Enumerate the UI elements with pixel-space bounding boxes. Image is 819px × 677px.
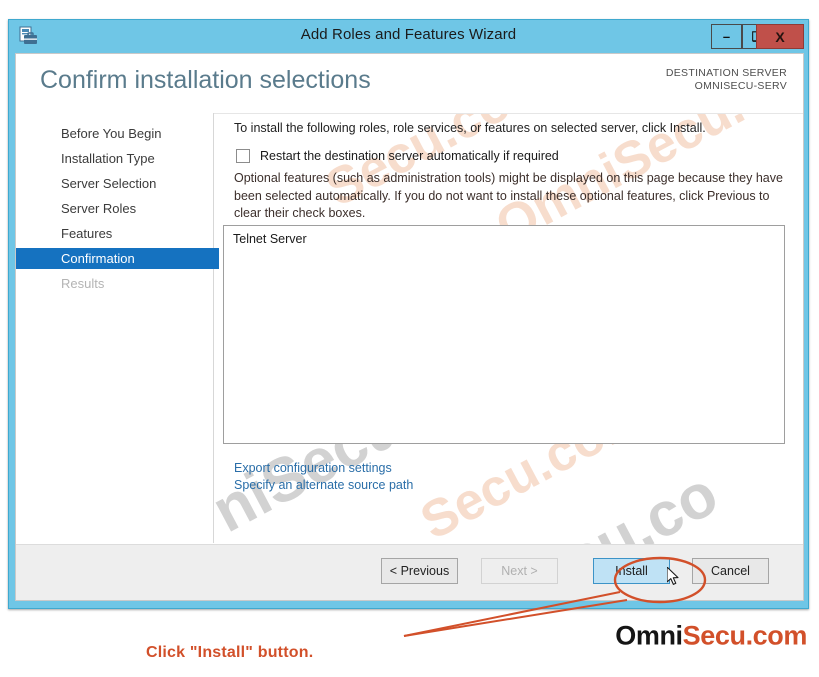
page-header: Confirm installation selections DESTINAT… [16, 54, 803, 114]
title-bar[interactable]: Add Roles and Features Wizard – ❑ X [9, 20, 808, 53]
sidebar-item-confirmation[interactable]: Confirmation [16, 248, 219, 269]
sidebar-item-results: Results [61, 276, 105, 291]
sidebar-item-server-roles[interactable]: Server Roles [16, 198, 213, 219]
restart-checkbox[interactable] [236, 149, 250, 163]
wizard-client-area: Secu.com OmniSecu.com Omni niSecu.com Se… [15, 53, 804, 601]
sidebar-item-features[interactable]: Features [16, 223, 213, 244]
cancel-button[interactable]: Cancel [692, 558, 769, 584]
page-title: Confirm installation selections [40, 66, 371, 94]
destination-server-info: DESTINATION SERVER OMNISECU-SERV [666, 67, 787, 93]
omnisecu-logo: OmniSecu.com [615, 621, 807, 652]
specify-alternate-source-path-link[interactable]: Specify an alternate source path [234, 477, 413, 494]
brand-part-secu: Secu.com [682, 620, 808, 651]
install-button[interactable]: Install [593, 558, 670, 584]
sidebar-item-server-selection[interactable]: Server Selection [16, 173, 213, 194]
wizard-footer: < Previous Next > Install Cancel [16, 544, 803, 600]
brand-part-omni: Omni [615, 620, 683, 651]
intro-text: To install the following roles, role ser… [234, 121, 706, 135]
next-button: Next > [481, 558, 558, 584]
list-item[interactable]: Telnet Server [233, 232, 307, 246]
minimize-button[interactable]: – [711, 24, 742, 49]
restart-checkbox-label[interactable]: Restart the destination server automatic… [260, 149, 559, 163]
wizard-window: Add Roles and Features Wizard – ❑ X Secu… [8, 19, 809, 609]
close-button[interactable]: X [756, 24, 804, 49]
destination-server-label: DESTINATION SERVER [665, 67, 787, 79]
callout-label: Click "Install" button. [146, 644, 314, 661]
wizard-navigation: Before You Begin Installation Type Serve… [16, 113, 219, 543]
destination-server-value: OMNISECU-SERV [694, 80, 787, 92]
wizard-links: Export configuration settings Specify an… [234, 460, 413, 494]
wizard-content: To install the following roles, role ser… [214, 113, 803, 543]
sidebar-item-installation-type[interactable]: Installation Type [16, 148, 213, 169]
restart-checkbox-row[interactable]: Restart the destination server automatic… [236, 149, 559, 163]
optional-features-note: Optional features (such as administratio… [234, 171, 783, 220]
previous-button[interactable]: < Previous [381, 558, 458, 584]
sidebar-item-before-you-begin[interactable]: Before You Begin [16, 123, 213, 144]
selected-features-list[interactable]: Telnet Server [223, 225, 785, 444]
export-configuration-settings-link[interactable]: Export configuration settings [234, 460, 413, 477]
window-title: Add Roles and Features Wizard [300, 26, 517, 43]
